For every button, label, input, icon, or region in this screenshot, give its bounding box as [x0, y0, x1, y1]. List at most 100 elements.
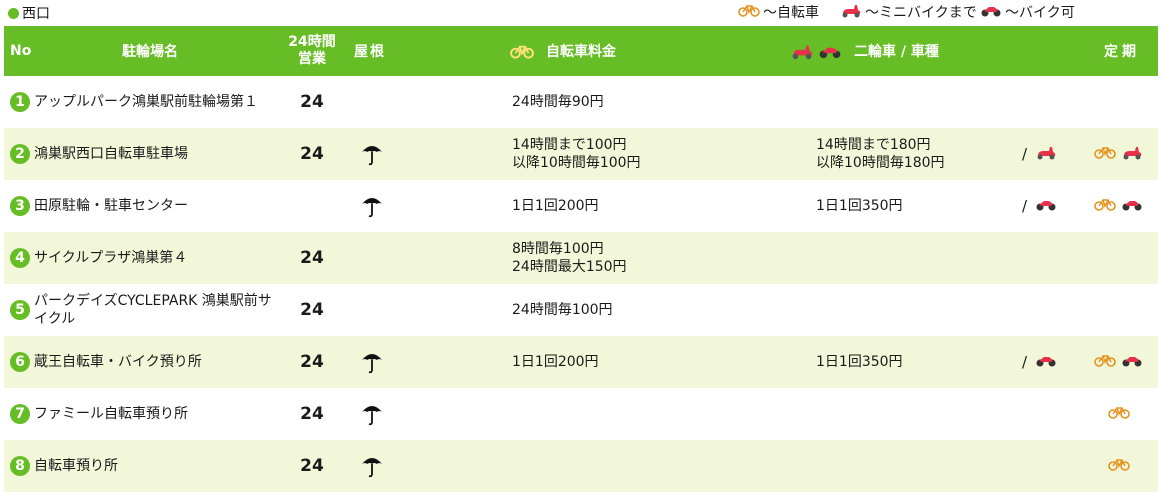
parking-name-text: サイクルプラザ鴻巣第４: [34, 250, 188, 266]
row-number: 6: [10, 336, 30, 388]
parking-name: サイクルプラザ鴻巣第４: [34, 232, 284, 284]
number-badge: 2: [10, 144, 30, 164]
motorbike-icon: [980, 3, 1002, 21]
bicycle-fee-line: 24時間最大150円: [512, 259, 627, 275]
season-pass: [1094, 336, 1143, 388]
bicycle-fee: 1日1回200円: [512, 180, 599, 232]
slash-separator: /: [1022, 353, 1028, 371]
table-row: 3 田原駐輪・駐車センター 1日1回200円 1日1回350円 /: [4, 180, 1158, 232]
bullet-dot-icon: [8, 7, 19, 19]
header-bicycle-fee-label: 自転車料金: [546, 44, 616, 60]
scooter-icon: [792, 45, 813, 60]
legend-bicycle: ～自転車: [738, 2, 819, 22]
umbrella-icon: [360, 388, 384, 440]
bicycle-fee-line: 1日1回200円: [512, 354, 599, 370]
table-row: 5 パークデイズCYCLEPARK 鴻巣駅前サイクル 24 24時間毎100円: [4, 284, 1158, 336]
bicycle-fee-line: 以降10時間毎100円: [512, 155, 641, 171]
parking-name-text: 鴻巣駅西口自転車駐車場: [34, 146, 188, 162]
hours-24: 24: [300, 456, 324, 476]
hours-24: 24: [300, 144, 324, 164]
season-pass: [1108, 440, 1130, 492]
bicycle-fee-line: 14時間まで100円: [512, 137, 627, 153]
parking-name: パークデイズCYCLEPARK 鴻巣駅前サイクル: [34, 284, 284, 336]
umbrella-icon: [360, 128, 384, 180]
vehicle-type: /: [1022, 180, 1057, 232]
season-pass: [1094, 128, 1143, 180]
hours-24: 24: [300, 352, 324, 372]
hours-24: 24: [300, 92, 324, 112]
bicycle-fee-line: 1日1回200円: [512, 198, 599, 214]
legend-minibike-label: ～ミニバイクまで: [865, 5, 977, 21]
number-badge: 3: [10, 196, 30, 216]
motorcycle-fee: 1日1回350円: [816, 180, 903, 232]
slash-separator: /: [1022, 145, 1028, 163]
umbrella-icon: [360, 180, 384, 232]
number-badge: 1: [10, 92, 30, 112]
motorcycle-fee: 1日1回350円: [816, 336, 903, 388]
row-number: 1: [10, 76, 30, 128]
parking-name: 自転車預り所: [34, 440, 284, 492]
number-badge: 6: [10, 352, 30, 372]
bicycle-icon: [1108, 405, 1130, 423]
header-24h: 24時間 営業: [280, 26, 344, 76]
bicycle-fee: 24時間毎100円: [512, 284, 613, 336]
row-number: 2: [10, 128, 30, 180]
motorbike-icon: [1035, 197, 1057, 215]
legend-bicycle-label: ～自転車: [763, 5, 819, 21]
bicycle-icon: [738, 3, 760, 21]
motorcycle-fee-line: 以降10時間毎180円: [816, 155, 945, 171]
number-badge: 4: [10, 248, 30, 268]
section-title: 西口: [22, 6, 50, 22]
top-bar: 西口 ～自転車 ～ミニバイクまで ～バイク可: [0, 0, 1163, 24]
parking-name-text: ファミール自転車預り所: [34, 406, 188, 422]
parking-name-text: 田原駐輪・駐車センター: [34, 198, 188, 214]
vehicle-type: /: [1022, 336, 1057, 388]
parking-name-text: アップルパーク鴻巣駅前駐輪場第１: [34, 94, 258, 110]
motorcycle-fee-line: 14時間まで180円: [816, 137, 931, 153]
parking-name: 田原駐輪・駐車センター: [34, 180, 284, 232]
header-motorcycle-label: 二輪車 / 車種: [854, 44, 939, 60]
bicycle-icon: [1094, 353, 1116, 371]
number-badge: 7: [10, 404, 30, 424]
table-header: No 駐輪場名 24時間 営業 屋根 自転車料金 二輪車 / 車種 定期: [4, 26, 1158, 76]
header-name: 駐輪場名: [122, 44, 178, 60]
legend-motorbike: ～バイク可: [980, 2, 1075, 22]
header-motorcycle: 二輪車 / 車種: [790, 26, 939, 76]
bicycle-fee-line: 8時間毎100円: [512, 241, 604, 257]
table-row: 8 自転車預り所 24: [4, 440, 1158, 492]
row-number: 3: [10, 180, 30, 232]
number-badge: 5: [10, 300, 30, 320]
header-24h-line1: 24時間: [288, 34, 336, 50]
motorbike-icon: [1035, 353, 1057, 371]
header-season: 定期: [1104, 44, 1140, 60]
hours-24: 24: [300, 300, 324, 320]
scooter-icon: [1121, 144, 1143, 164]
header-roof: 屋根: [354, 44, 386, 60]
parking-name: 鴻巣駅西口自転車駐車場: [34, 128, 284, 180]
motorbike-icon: [1121, 353, 1143, 371]
season-pass: [1094, 180, 1143, 232]
table-row: 4 サイクルプラザ鴻巣第４ 24 8時間毎100円 24時間最大150円: [4, 232, 1158, 284]
parking-name: アップルパーク鴻巣駅前駐輪場第１: [34, 76, 284, 128]
parking-name: ファミール自転車預り所: [34, 388, 284, 440]
number-badge: 8: [10, 456, 30, 476]
hours-24: 24: [300, 404, 324, 424]
motorcycle-fee-line: 1日1回350円: [816, 354, 903, 370]
hours-24: [280, 180, 344, 232]
bicycle-fee: 14時間まで100円 以降10時間毎100円: [512, 128, 641, 180]
bicycle-icon: [1094, 197, 1116, 215]
motorbike-icon: [819, 47, 841, 59]
umbrella-icon: [360, 440, 384, 492]
vehicle-type: /: [1022, 128, 1057, 180]
bicycle-fee: 1日1回200円: [512, 336, 599, 388]
umbrella-icon: [360, 336, 384, 388]
legend-motorbike-label: ～バイク可: [1005, 5, 1075, 21]
parking-name-text: 自転車預り所: [34, 458, 118, 474]
table-row: 6 蔵王自転車・バイク預り所 24 1日1回200円 1日1回350円 /: [4, 336, 1158, 388]
legend-minibike: ～ミニバイクまで: [840, 2, 977, 22]
scooter-icon: [1035, 144, 1057, 164]
row-number: 8: [10, 440, 30, 492]
bicycle-icon: [1094, 145, 1116, 163]
bicycle-fee: 24時間毎90円: [512, 76, 604, 128]
bicycle-fee-line: 24時間毎90円: [512, 94, 604, 110]
